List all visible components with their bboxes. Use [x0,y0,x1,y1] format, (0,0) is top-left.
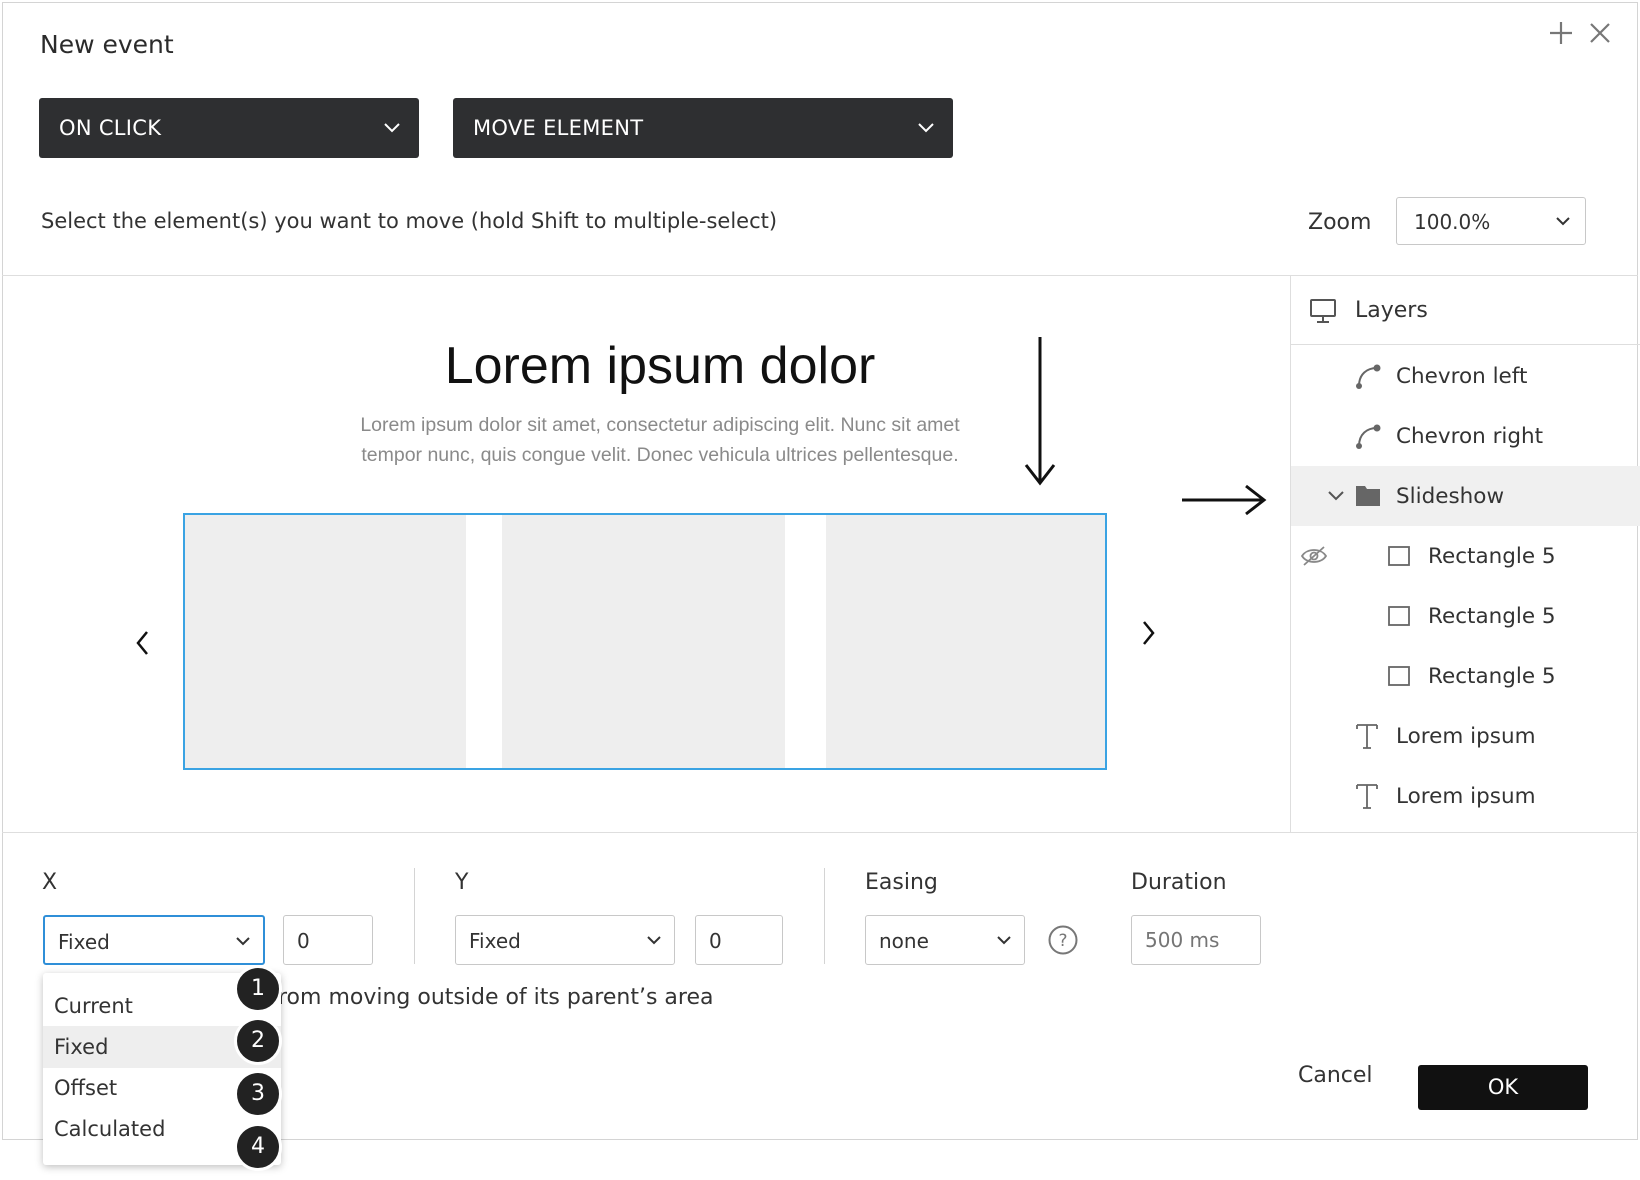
divider [414,868,415,964]
layer-label: Rectangle 5 [1428,603,1556,629]
layer-label: Chevron right [1396,423,1544,449]
callout-badge-2: 2 [234,1017,282,1065]
y-mode-select[interactable]: Fixed [455,915,675,965]
monitor-icon [1310,299,1336,323]
layer-item[interactable]: Rectangle 5 [1291,646,1640,706]
chevron-down-icon [918,123,934,133]
slide-rectangle[interactable] [826,515,1105,768]
chevron-left-icon[interactable] [133,628,153,662]
callout-badge-3: 3 [234,1070,282,1118]
trigger-select-value: ON CLICK [59,116,162,140]
layers-title: Layers [1355,298,1428,323]
canvas-subtext-line2: tempor nunc, quis congue velit. Donec ve… [361,444,959,466]
easing-select[interactable]: none [865,915,1025,965]
x-mode-select[interactable]: Fixed [43,915,265,965]
duration-label: Duration [1131,870,1227,895]
layer-label: Slideshow [1396,483,1505,509]
x-label: X [42,870,58,895]
dialog-title: New event [40,30,174,59]
instruction-text: Select the element(s) you want to move (… [41,209,778,233]
layer-item[interactable]: Lorem ipsum [1291,706,1640,766]
chevron-down-icon[interactable] [1327,488,1345,504]
layer-label: Lorem ipsum [1396,723,1536,749]
layer-item-slideshow[interactable]: Slideshow [1291,466,1640,526]
duration-input[interactable] [1131,915,1261,965]
easing-value: none [879,929,929,953]
folder-icon [1356,486,1380,506]
close-icon[interactable] [1588,18,1612,52]
plus-icon[interactable] [1548,18,1574,52]
text-icon [1356,724,1378,749]
easing-label: Easing [865,870,938,895]
canvas-subtext-line1: Lorem ipsum dolor sit amet, consectetur … [360,414,960,436]
y-mode-value: Fixed [469,929,521,953]
zoom-label: Zoom [1308,210,1372,235]
action-select[interactable]: MOVE ELEMENT [453,98,953,158]
slide-rectangle[interactable] [185,515,466,768]
layer-label: Rectangle 5 [1428,663,1556,689]
y-value-input[interactable]: 0 [695,915,783,965]
y-label: Y [455,870,469,895]
path-icon [1356,364,1381,389]
arrow-right-icon [1182,484,1267,516]
layer-item[interactable]: Rectangle 5 [1291,586,1640,646]
callout-badge-4: 4 [234,1123,282,1171]
x-value-input[interactable]: 0 [283,915,373,965]
ok-button[interactable]: OK [1418,1065,1588,1110]
rectangle-icon [1388,606,1410,626]
canvas-subtext[interactable]: Lorem ipsum dolor sit amet, consectetur … [320,410,1000,470]
zoom-value: 100.0% [1414,210,1491,234]
layer-label: Chevron left [1396,363,1528,389]
path-icon [1356,424,1381,449]
chevron-down-icon [997,936,1011,945]
layer-item[interactable]: Chevron left [1291,346,1640,406]
chevron-down-icon [1556,217,1570,226]
callout-badge-1: 1 [234,965,282,1013]
layer-item[interactable]: Chevron right [1291,406,1640,466]
slide-rectangle[interactable] [502,515,785,768]
rectangle-icon [1388,546,1410,566]
x-mode-value: Fixed [58,930,110,954]
divider [2,832,1638,833]
rectangle-icon [1388,666,1410,686]
layers-divider [1291,344,1640,345]
trigger-select[interactable]: ON CLICK [39,98,419,158]
chevron-down-icon [647,936,661,945]
svg-text:?: ? [1058,931,1067,951]
eye-hidden-icon[interactable] [1300,545,1328,567]
canvas-heading[interactable]: Lorem ipsum dolor [380,336,940,396]
layer-item[interactable]: Lorem ipsum [1291,766,1640,826]
layer-label: Rectangle 5 [1428,543,1556,569]
arrow-down-icon [1024,337,1056,486]
chevron-down-icon [236,937,250,946]
help-icon[interactable]: ? [1047,924,1079,956]
chevron-right-icon[interactable] [1138,618,1158,652]
slideshow[interactable] [183,513,1107,770]
chevron-down-icon [384,123,400,133]
action-select-value: MOVE ELEMENT [473,116,644,140]
text-icon [1356,784,1378,809]
zoom-select[interactable]: 100.0% [1396,197,1586,245]
constrain-checkbox-label[interactable]: rom moving outside of its parent’s area [278,985,713,1010]
layer-label: Lorem ipsum [1396,783,1536,809]
cancel-button[interactable]: Cancel [1298,1063,1373,1088]
divider [824,868,825,964]
layer-item[interactable]: Rectangle 5 [1291,526,1640,586]
